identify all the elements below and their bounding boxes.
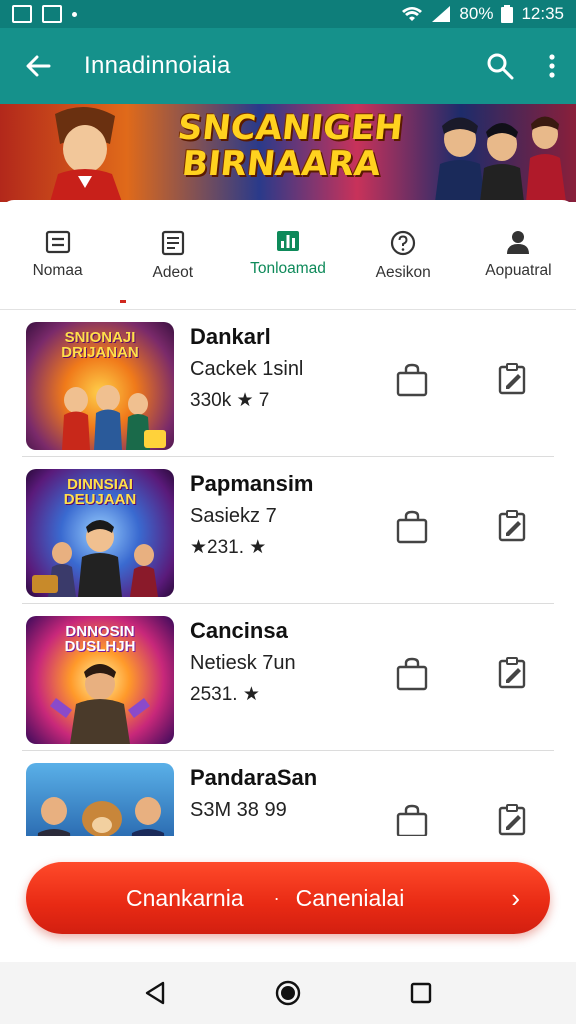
- primary-action-button[interactable]: Cnankarnia · Canenialai ›: [26, 862, 550, 934]
- game-art: [50, 664, 150, 744]
- game-name: Cancinsa: [190, 618, 288, 643]
- battery-percent: 80%: [459, 4, 494, 23]
- tab-bar: Nomaa Adeot Tonloamad Aesikon Aopuatral: [0, 200, 576, 282]
- image-notification-icon: [42, 5, 62, 23]
- game-art: [62, 385, 166, 450]
- tab-aopuatral[interactable]: Aopuatral: [461, 230, 576, 282]
- game-rating: ★231. ★: [190, 537, 267, 558]
- shopping-bag-icon[interactable]: [394, 509, 430, 545]
- banner-title: SNCANIGEH BIRNAARA: [175, 108, 405, 184]
- game-rating: 2531. ★: [190, 684, 260, 705]
- battery-icon: [501, 5, 514, 23]
- tab-adeot[interactable]: Adeot: [115, 230, 230, 282]
- list-item[interactable]: SNIONAJI DRIJANAN Dankarl Cackek 1sinl 3…: [22, 310, 554, 457]
- arrow-left-icon: [26, 55, 51, 77]
- shopping-bag-icon[interactable]: [394, 803, 430, 836]
- game-name: Dankarl: [190, 324, 271, 349]
- nav-home-icon[interactable]: [274, 979, 302, 1007]
- nav-recents-icon[interactable]: [409, 981, 433, 1005]
- game-art: [37, 797, 165, 836]
- list-item[interactable]: DINNSIAI DEUJAAN Papmansim Sasiekz 7 ★23…: [22, 457, 554, 604]
- tab-label: Aopuatral: [485, 262, 552, 279]
- game-subtitle: Sasiekz 7: [190, 505, 277, 527]
- dot-notification-icon: [72, 11, 77, 17]
- status-bar: 80% 12:35: [0, 0, 576, 28]
- status-time: 12:35: [521, 4, 564, 23]
- edit-clipboard-icon[interactable]: [496, 509, 530, 543]
- page-title: Innadinnoiaia: [84, 52, 231, 79]
- back-button[interactable]: [20, 48, 56, 84]
- tab-indicator: [120, 300, 126, 303]
- character-group-image: [435, 116, 566, 202]
- person-icon: [507, 231, 530, 254]
- game-subtitle: Cackek 1sinl: [190, 358, 304, 380]
- leaderboard-icon: [277, 231, 299, 251]
- list-item[interactable]: DNNOSIN DUSLHJH Cancinsa Netiesk 7un 253…: [22, 604, 554, 751]
- thumbnail-title: SNIONAJI DRIJANAN: [61, 329, 139, 361]
- list-item[interactable]: PandaraSan S3M 38 99: [22, 751, 554, 836]
- game-name: Papmansim: [190, 471, 314, 496]
- shopping-bag-icon[interactable]: [394, 362, 430, 398]
- gallery-notification-icon: [12, 5, 32, 23]
- system-nav-bar: [0, 962, 576, 1024]
- game-thumbnail: [26, 763, 174, 836]
- tab-label: Tonloamad: [250, 260, 326, 277]
- category-tab-card: Nomaa Adeot Tonloamad Aesikon Aopuatral: [0, 200, 576, 310]
- tab-tonloamad[interactable]: Tonloamad: [230, 230, 345, 282]
- edit-clipboard-icon[interactable]: [496, 803, 530, 836]
- game-thumbnail: SNIONAJI DRIJANAN: [26, 322, 174, 450]
- promo-banner[interactable]: SNCANIGEH BIRNAARA: [0, 104, 576, 202]
- question-icon: [391, 230, 416, 256]
- search-icon[interactable]: [486, 52, 514, 80]
- game-subtitle: Netiesk 7un: [190, 652, 296, 674]
- game-subtitle: S3M 38 99: [190, 799, 287, 821]
- wifi-icon: [402, 7, 423, 21]
- edit-clipboard-icon[interactable]: [496, 362, 530, 396]
- game-art: [32, 520, 158, 597]
- tab-label: Aesikon: [375, 264, 431, 281]
- tab-nomaa[interactable]: Nomaa: [0, 230, 115, 282]
- game-list: SNIONAJI DRIJANAN Dankarl Cackek 1sinl 3…: [22, 310, 554, 836]
- cta-left-label: Cnankarnia: [126, 884, 244, 911]
- game-rating: 330k ★ 7: [190, 390, 270, 411]
- tab-label: Adeot: [152, 264, 194, 281]
- app-bar: Innadinnoiaia: [0, 28, 576, 104]
- game-thumbnail: DNNOSIN DUSLHJH: [26, 616, 174, 744]
- book-icon: [45, 230, 70, 254]
- cta-separator: ·: [273, 887, 280, 908]
- signal-icon: [432, 6, 451, 22]
- tab-aesikon[interactable]: Aesikon: [346, 230, 461, 282]
- thumbnail-title: DINNSIAI DEUJAAN: [63, 476, 137, 508]
- chevron-right-icon: ›: [511, 882, 520, 913]
- shopping-bag-icon[interactable]: [394, 656, 430, 692]
- game-name: PandaraSan: [190, 765, 318, 790]
- hero-character-image: [50, 106, 122, 202]
- game-thumbnail: DINNSIAI DEUJAAN: [26, 469, 174, 597]
- more-vertical-icon[interactable]: [548, 53, 556, 79]
- tab-label: Nomaa: [32, 262, 83, 279]
- edit-clipboard-icon[interactable]: [496, 656, 530, 690]
- document-icon: [161, 230, 184, 256]
- nav-back-icon[interactable]: [143, 980, 167, 1006]
- cta-right-label: Canenialai: [295, 884, 405, 911]
